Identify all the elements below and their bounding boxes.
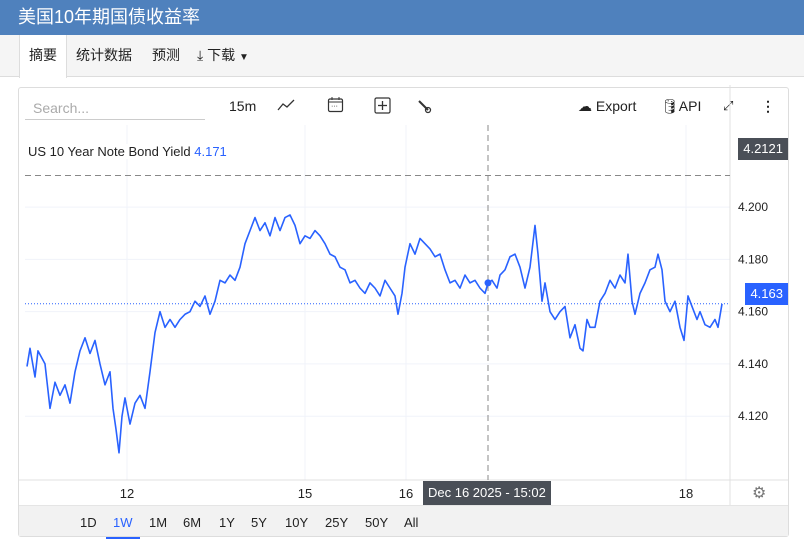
settings-gear-icon[interactable]: ⚙ bbox=[752, 484, 766, 504]
last-price-label: 4.163 bbox=[745, 283, 788, 305]
crosshair-time-label: Dec 16 2025 - 15:02 bbox=[423, 481, 551, 505]
y-tick-label: 4.180 bbox=[738, 252, 768, 266]
range-button-1d[interactable]: 1D bbox=[80, 515, 97, 530]
y-tick-label: 4.160 bbox=[738, 305, 768, 319]
range-button-5y[interactable]: 5Y bbox=[251, 515, 267, 530]
y-tick-label: 4.120 bbox=[738, 409, 768, 423]
x-tick-label: 12 bbox=[119, 486, 135, 501]
y-tick-label: 4.200 bbox=[738, 200, 768, 214]
crosshair-price-label: 4.2121 bbox=[738, 138, 788, 160]
range-button-all[interactable]: All bbox=[404, 515, 418, 530]
crosshair-point bbox=[484, 279, 492, 287]
range-button-25y[interactable]: 25Y bbox=[325, 515, 348, 530]
chart-legend: US 10 Year Note Bond Yield 4.171 bbox=[28, 144, 229, 159]
price-chart[interactable]: 4.200 4.180 4.160 4.140 4.120 bbox=[0, 0, 804, 550]
range-button-6m[interactable]: 6M bbox=[183, 515, 201, 530]
range-button-1m[interactable]: 1M bbox=[149, 515, 167, 530]
x-tick-label: 15 bbox=[297, 486, 313, 501]
range-button-1y[interactable]: 1Y bbox=[219, 515, 235, 530]
range-button-50y[interactable]: 50Y bbox=[365, 515, 388, 530]
range-button-1w[interactable]: 1W bbox=[106, 515, 139, 539]
legend-value: 4.171 bbox=[194, 144, 227, 159]
y-tick-label: 4.140 bbox=[738, 357, 768, 371]
range-selector: 1D 1W 1M 6M 1Y 5Y 10Y 25Y 50Y All bbox=[19, 505, 788, 539]
x-tick-label: 18 bbox=[678, 486, 694, 501]
legend-series-name: US 10 Year Note Bond Yield bbox=[28, 144, 191, 159]
range-button-10y[interactable]: 10Y bbox=[285, 515, 308, 530]
x-tick-label: 16 bbox=[398, 486, 414, 501]
yield-series-line bbox=[26, 214, 723, 454]
